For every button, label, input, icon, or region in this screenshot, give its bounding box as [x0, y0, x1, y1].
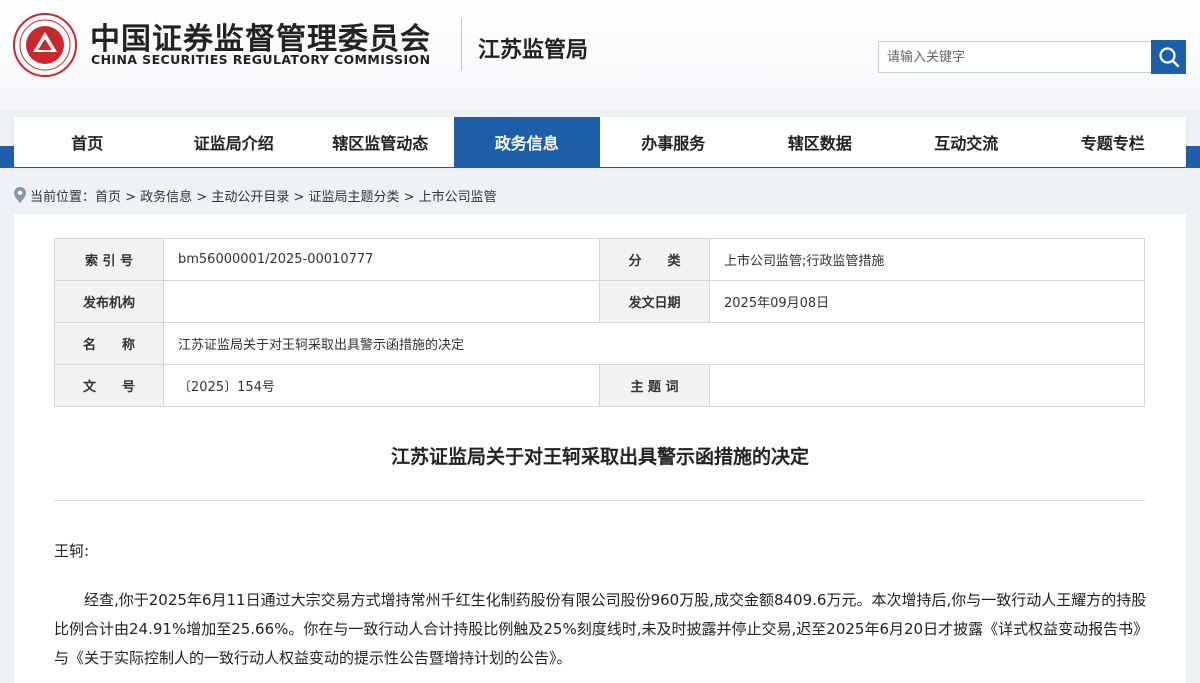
- nav-item-about[interactable]: 证监局介绍: [161, 117, 308, 167]
- search-button[interactable]: [1151, 40, 1186, 74]
- document-meta-table: 索 引 号 bm56000001/2025-00010777 分 类 上市公司监…: [54, 238, 1145, 407]
- breadcrumb: 当前位置：首页 > 政务信息 > 主动公开目录 > 证监局主题分类 > 上市公司…: [14, 186, 497, 205]
- docno-label: 文 号: [54, 364, 164, 407]
- date-value: 2025年09月08日: [709, 280, 1145, 323]
- nav-item-services[interactable]: 办事服务: [600, 117, 747, 167]
- issuer-value: [163, 280, 600, 323]
- csrc-emblem-icon[interactable]: [12, 12, 78, 78]
- bureau-name[interactable]: 江苏监管局: [478, 32, 588, 64]
- category-value: 上市公司监管;行政监管措施: [709, 238, 1145, 281]
- nav-item-interaction[interactable]: 互动交流: [893, 117, 1040, 167]
- document-addressee: 王轲:: [54, 542, 90, 560]
- nav-item-special-topics[interactable]: 专题专栏: [1040, 117, 1187, 167]
- table-row: 发布机构 发文日期 2025年09月08日: [54, 280, 1145, 323]
- index-value: bm56000001/2025-00010777: [163, 238, 600, 281]
- content-panel: 索 引 号 bm56000001/2025-00010777 分 类 上市公司监…: [14, 214, 1186, 683]
- subject-label: 主 题 词: [599, 364, 710, 407]
- main-nav: 首页 证监局介绍 辖区监管动态 政务信息 办事服务 辖区数据 互动交流 专题专栏: [14, 117, 1186, 167]
- org-name-en[interactable]: CHINA SECURITIES REGULATORY COMMISSION: [91, 52, 430, 67]
- table-row: 名 称 江苏证监局关于对王轲采取出具警示函措施的决定: [54, 322, 1145, 365]
- document-title: 江苏证监局关于对王轲采取出具警示函措施的决定: [390, 446, 809, 468]
- docno-value: 〔2025〕154号: [163, 364, 600, 407]
- breadcrumb-text[interactable]: 当前位置：首页 > 政务信息 > 主动公开目录 > 证监局主题分类 > 上市公司…: [30, 186, 497, 205]
- table-row: 文 号 〔2025〕154号 主 题 词: [54, 364, 1145, 407]
- index-label: 索 引 号: [54, 238, 164, 281]
- nav-item-home[interactable]: 首页: [14, 117, 161, 167]
- logo-divider: [461, 18, 462, 70]
- table-row: 索 引 号 bm56000001/2025-00010777 分 类 上市公司监…: [54, 238, 1145, 281]
- subject-value: [709, 364, 1145, 407]
- document-paragraph: 经查,你于2025年6月11日通过大宗交易方式增持常州千红生化制药股份有限公司股…: [54, 591, 1147, 667]
- nav-item-regional-data[interactable]: 辖区数据: [747, 117, 894, 167]
- date-label: 发文日期: [599, 280, 710, 323]
- search-input[interactable]: [878, 41, 1152, 73]
- name-value: 江苏证监局关于对王轲采取出具警示函措施的决定: [163, 322, 1145, 365]
- nav-item-regional-news[interactable]: 辖区监管动态: [307, 117, 454, 167]
- site-header: 中国证券监督管理委员会 CHINA SECURITIES REGULATORY …: [0, 0, 1200, 110]
- nav-item-government-info[interactable]: 政务信息: [453, 117, 600, 167]
- location-pin-icon: [14, 187, 26, 203]
- issuer-label: 发布机构: [54, 280, 164, 323]
- title-divider: [54, 500, 1145, 501]
- category-label: 分 类: [599, 238, 710, 281]
- search-icon: [1158, 47, 1179, 68]
- name-label: 名 称: [54, 322, 164, 365]
